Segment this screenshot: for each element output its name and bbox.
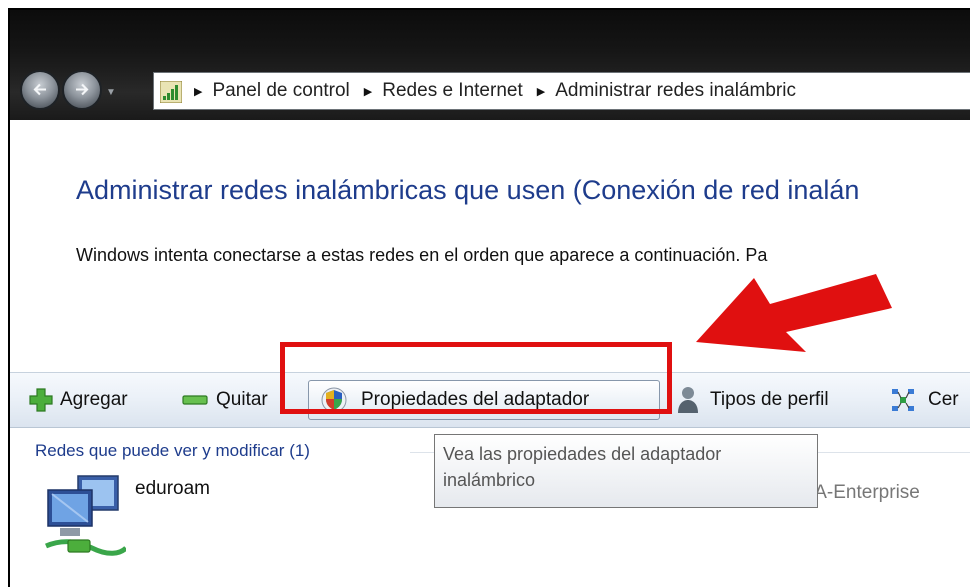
breadcrumb: ▶ Panel de control ▶ Redes e Internet ▶ … [190,73,796,109]
address-bar[interactable]: ▶ Panel de control ▶ Redes e Internet ▶ … [153,72,970,110]
navigation-bar: ▼ ▶ Panel de control ▶ Redes e Internet … [10,10,970,120]
profile-types-button[interactable]: Tipos de perfil [676,373,829,427]
network-name: eduroam [135,478,210,499]
remove-label: Quitar [216,389,268,410]
network-security-type: PA-Enterprise [803,482,920,503]
back-arrow-icon [33,83,46,96]
profile-types-label: Tipos de perfil [710,389,829,410]
network-center-button[interactable]: Cer [890,373,959,427]
forward-button[interactable] [62,70,102,110]
add-button[interactable]: Agregar [28,373,128,427]
breadcrumb-arrow-icon[interactable]: ▶ [194,85,202,98]
page-title: Administrar redes inalámbricas que usen … [76,175,860,205]
add-label: Agregar [60,389,128,410]
breadcrumb-item-panel[interactable]: Panel de control [212,80,349,102]
tooltip-line-1: Vea las propiedades del adaptador [443,444,722,464]
signal-bars-icon [160,81,182,103]
group-header[interactable]: Redes que puede ver y modificar (1) [35,441,310,461]
recent-pages-chevron-icon[interactable]: ▼ [106,87,116,98]
minus-icon [182,395,208,405]
tooltip: Vea las propiedades del adaptador inalám… [434,434,818,508]
network-center-label: Cer [928,389,959,410]
red-arrow-annotation [696,274,892,352]
highlight-box [280,342,672,414]
breadcrumb-item-wireless[interactable]: Administrar redes inalámbric [555,80,796,102]
person-icon [678,387,698,413]
breadcrumb-arrow-icon[interactable]: ▶ [537,85,545,98]
back-button[interactable] [20,70,60,110]
forward-arrow-icon [76,83,89,96]
network-computers-icon [45,475,126,556]
page-description: Windows intenta conectarse a estas redes… [76,245,768,265]
breadcrumb-item-network[interactable]: Redes e Internet [382,80,522,102]
tooltip-line-2: inalámbrico [443,470,536,490]
network-center-icon [892,389,914,411]
remove-button[interactable]: Quitar [182,373,268,427]
breadcrumb-arrow-icon[interactable]: ▶ [364,85,372,98]
plus-icon [29,388,53,412]
